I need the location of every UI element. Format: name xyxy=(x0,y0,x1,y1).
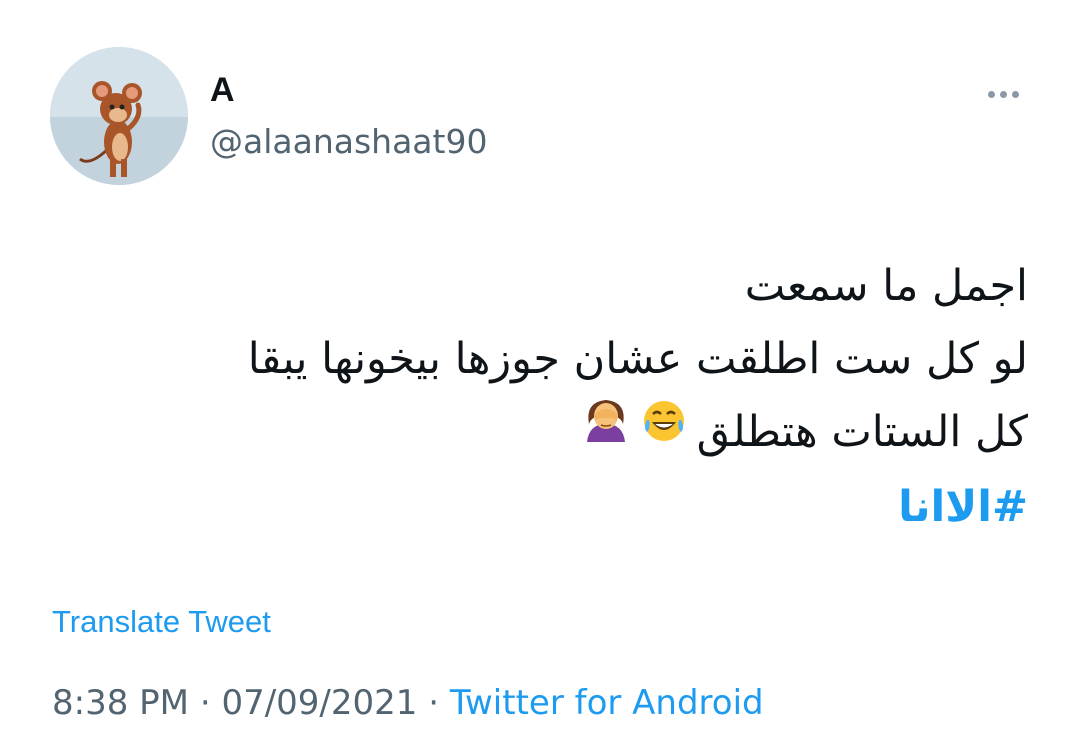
dot xyxy=(1000,90,1007,98)
meta-separator: · xyxy=(428,683,440,723)
tweet-time[interactable]: 8:38 PM xyxy=(52,683,189,723)
tweet-source-link[interactable]: Twitter for Android xyxy=(450,683,764,723)
facepalm-woman-icon xyxy=(581,394,631,467)
tweet-text: اجمل ما سمعت لو كل ست اطلقت عشان جوزها ب… xyxy=(48,250,1028,544)
tweet-line: لو كل ست اطلقت عشان جوزها بيخونها يبقا xyxy=(247,334,1028,384)
tweet-card: A @alaanashaat90 اجمل ما سمعت لو كل ست ا… xyxy=(0,0,1080,741)
tweet-date[interactable]: 07/09/2021 xyxy=(221,683,417,723)
meta-separator: · xyxy=(199,683,211,723)
translate-tweet-link[interactable]: Translate Tweet xyxy=(52,604,271,640)
author-handle[interactable]: @alaanashaat90 xyxy=(210,122,487,162)
more-options-icon[interactable] xyxy=(988,88,1028,100)
tweet-line: اجمل ما سمعت xyxy=(744,261,1028,311)
tweet-line: كل الستات هتطلق xyxy=(696,407,1028,457)
hashtag-link[interactable]: #الاانا xyxy=(48,471,1028,544)
tweet-meta: 8:38 PM · 07/09/2021 · Twitter for Andro… xyxy=(52,683,764,723)
mouse-cartoon-avatar-image xyxy=(50,47,188,185)
dot xyxy=(988,90,995,98)
tweet-line-with-emojis: كل الستات هتطلق xyxy=(48,396,1028,471)
author-name[interactable]: A xyxy=(210,70,235,110)
tears-of-joy-icon xyxy=(641,394,687,467)
avatar[interactable] xyxy=(50,47,188,185)
dot xyxy=(1012,90,1019,98)
